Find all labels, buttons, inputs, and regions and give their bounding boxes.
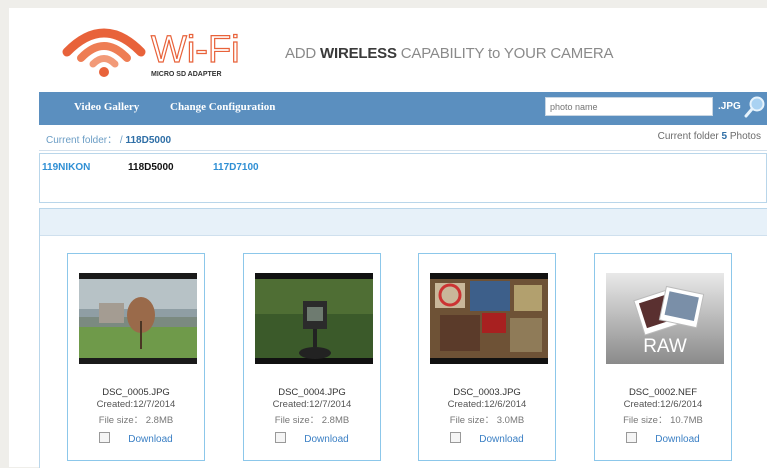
download-link[interactable]: Download [304, 434, 348, 445]
select-checkbox[interactable] [450, 432, 462, 443]
breadcrumb-current[interactable]: 118D5000 [125, 135, 171, 146]
photo-card[interactable]: RAW DSC_0002.NEF Created:12/6/2014 File … [594, 253, 732, 461]
svg-text:MICRO SD ADAPTER: MICRO SD ADAPTER [151, 71, 222, 78]
folder-118d5000[interactable]: 118D5000 [128, 162, 174, 173]
search-icon[interactable] [744, 95, 766, 119]
select-checkbox[interactable] [275, 432, 287, 443]
wifi-logo: Wi-Fi MICRO SD ADAPTER [59, 18, 249, 80]
breadcrumb: Current folder： / 118D5000 [46, 135, 172, 146]
photo-filename: DSC_0004.JPG [278, 387, 346, 398]
select-checkbox[interactable] [626, 432, 638, 443]
photo-thumbnail[interactable] [255, 273, 373, 364]
raw-thumbnail[interactable]: RAW [606, 273, 724, 364]
photo-thumbnail[interactable] [430, 273, 548, 364]
wifi-signal-icon [62, 28, 146, 77]
top-nav-bar: Video Gallery Change Configuration .JPG [39, 92, 767, 125]
photo-size: File size： 2.8MB [274, 415, 350, 426]
photo-thumbnail[interactable] [79, 273, 197, 364]
photo-created: Created:12/6/2014 [623, 399, 703, 410]
search-extension-label: .JPG [718, 101, 741, 112]
photo-filename: DSC_0002.NEF [628, 387, 698, 398]
select-checkbox[interactable] [99, 432, 111, 443]
photo-card[interactable]: DSC_0003.JPG Created:12/6/2014 File size… [418, 253, 556, 461]
photo-card[interactable]: DSC_0005.JPG Created:12/7/2014 File size… [67, 253, 205, 461]
photo-search-input[interactable] [545, 97, 713, 116]
current-folder-bar: Current folder： / 118D5000 Current folde… [39, 126, 767, 151]
photo-created: Created:12/7/2014 [96, 399, 176, 410]
download-link[interactable]: Download [128, 434, 172, 445]
raw-badge: RAW [643, 336, 687, 357]
folder-117d7100[interactable]: 117D7100 [213, 162, 259, 173]
tagline: ADD WIRELESS CAPABILITY to YOUR CAMERA [285, 45, 614, 62]
nav-video-gallery[interactable]: Video Gallery [74, 101, 139, 113]
photo-size: File size： 3.0MB [449, 415, 525, 426]
folder-list: 119NIKON 118D5000 117D7100 [39, 153, 767, 203]
download-link[interactable]: Download [479, 434, 523, 445]
photo-filename: DSC_0005.JPG [102, 387, 170, 398]
download-link[interactable]: Download [655, 434, 699, 445]
photo-created: Created:12/6/2014 [447, 399, 527, 410]
photo-filename: DSC_0003.JPG [453, 387, 521, 398]
photo-card[interactable]: DSC_0004.JPG Created:12/7/2014 File size… [243, 253, 381, 461]
photo-size: File size： 10.7MB [623, 415, 703, 426]
photo-created: Created:12/7/2014 [272, 399, 352, 410]
photo-count: Current folder 5 Photos [657, 131, 761, 142]
svg-text:Wi-Fi: Wi-Fi [151, 29, 240, 71]
photo-size: File size： 2.8MB [98, 415, 174, 426]
nav-change-configuration[interactable]: Change Configuration [170, 101, 275, 113]
folder-119nikon[interactable]: 119NIKON [42, 162, 90, 173]
